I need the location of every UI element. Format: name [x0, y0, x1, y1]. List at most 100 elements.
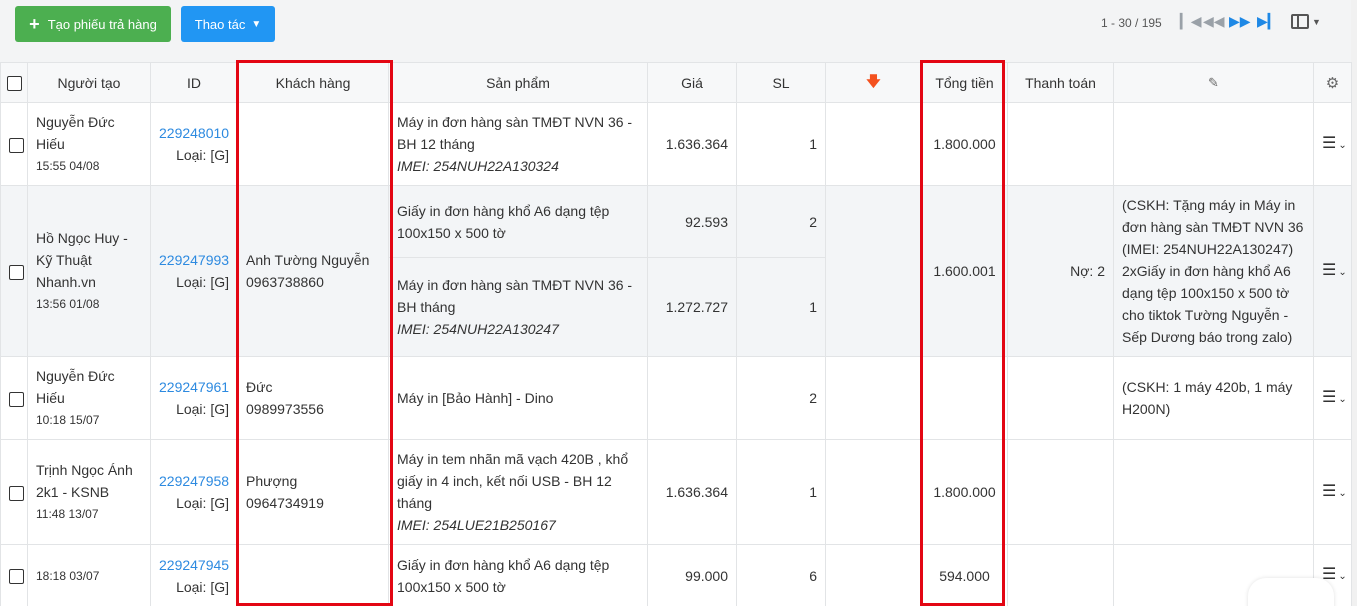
last-page-icon[interactable]: ▶▎: [1257, 14, 1279, 28]
table-row: Nguyễn Đức Hiếu 10:18 15/07 229247961 Lo…: [0, 356, 1352, 440]
select-all-checkbox[interactable]: [6, 75, 22, 91]
sort-down-arrow-icon[interactable]: 🡇: [866, 73, 880, 89]
product-name: Giấy in đơn hàng khổ A6 dạng tệp 100x150…: [397, 556, 610, 595]
plus-icon: +: [29, 14, 40, 34]
order-total: [921, 356, 1008, 440]
customer-phone: 0964734919: [246, 495, 324, 511]
created-time: 15:55 04/08: [36, 159, 100, 173]
create-return-label: Tạo phiếu trả hàng: [47, 16, 157, 32]
product-name: Máy in đơn hàng sàn TMĐT NVN 36 - BH thá…: [397, 277, 633, 315]
note-icon: ✎: [1208, 75, 1219, 90]
creator-name: Nguyễn Đức Hiếu: [36, 114, 115, 152]
payment-status: Nợ: 2: [1007, 185, 1114, 357]
actions-label: Thao tác: [194, 16, 246, 32]
product-price: 92.593: [647, 185, 737, 258]
returns-table: Người tạo ID Khách hàng Sản phẩm Giá SL …: [0, 62, 1352, 606]
order-note: (CSKH: 1 máy 420b, 1 máy H200N): [1113, 356, 1314, 440]
col-total[interactable]: Tổng tiền: [921, 62, 1008, 103]
col-settings[interactable]: ⚙: [1313, 62, 1352, 103]
order-type: Loại: [G]: [176, 401, 229, 417]
col-payment[interactable]: Thanh toán: [1007, 62, 1114, 103]
product-name: Giấy in đơn hàng khổ A6 dạng tệp 100x150…: [397, 202, 610, 241]
col-note: ✎: [1113, 62, 1314, 103]
col-id[interactable]: ID: [150, 62, 238, 103]
product-name: Máy in [Bảo Hành] - Dino: [397, 390, 554, 406]
order-id-link[interactable]: 229247993: [159, 249, 229, 271]
order-note: (CSKH: Tặng máy in Máy in đơn hàng sàn T…: [1113, 185, 1314, 357]
table-row: 18:18 03/07 229247945 Loại: [G] Giấy in …: [0, 544, 1352, 606]
customer-name: Đức: [246, 379, 273, 395]
chat-widget[interactable]: [1248, 578, 1334, 606]
hamburger-menu-icon[interactable]: ☰ ⌄: [1322, 262, 1347, 279]
created-time: 10:18 15/07: [36, 413, 100, 427]
col-sort[interactable]: 🡇: [825, 62, 922, 103]
product-qty: 1: [736, 257, 826, 357]
payment-status: [1007, 544, 1114, 606]
order-total: 1.800.000: [921, 439, 1008, 545]
pagination-range: 1 - 30 / 195: [1101, 16, 1162, 30]
toolbar: + Tạo phiếu trả hàng Thao tác ▼ 1 - 30 /…: [0, 0, 1357, 62]
table-row: Trịnh Ngọc Ánh 2k1 - KSNB 11:48 13/07 22…: [0, 439, 1352, 545]
hamburger-menu-icon[interactable]: ☰ ⌄: [1322, 483, 1347, 500]
col-creator[interactable]: Người tạo: [27, 62, 151, 103]
next-page-icon[interactable]: ▶▶: [1229, 14, 1251, 28]
order-note: [1113, 102, 1314, 186]
gear-icon[interactable]: ⚙: [1326, 75, 1339, 92]
row-checkbox[interactable]: [9, 391, 24, 407]
product-imei: IMEI: 254NUH22A130247: [397, 321, 559, 337]
select-all-cell: [0, 62, 28, 103]
order-total: 1.600.001: [921, 185, 1008, 357]
customer-name: Anh Tường Nguyễn: [246, 252, 370, 268]
creator-name: Nguyễn Đức Hiếu: [36, 368, 115, 406]
previous-page-icon[interactable]: ◀◀: [1203, 14, 1225, 28]
product-price: 1.636.364: [647, 102, 737, 186]
creator-name: Trịnh Ngọc Ánh 2k1 - KSNB: [36, 462, 133, 500]
creator-name: Hồ Ngọc Huy - Kỹ Thuật Nhanh.vn: [36, 230, 128, 290]
order-total: 1.800.000: [921, 102, 1008, 186]
row-checkbox[interactable]: [9, 569, 24, 585]
product-imei: IMEI: 254NUH22A130324: [397, 158, 559, 174]
payment-status: [1007, 356, 1114, 440]
payment-status: [1007, 439, 1114, 545]
order-type: Loại: [G]: [176, 274, 229, 290]
order-type: Loại: [G]: [176, 495, 229, 511]
first-page-icon[interactable]: ▎◀: [1180, 14, 1202, 28]
payment-status: [1007, 102, 1114, 186]
created-time: 11:48 13/07: [36, 507, 99, 521]
customer-phone: 0989973556: [246, 401, 324, 417]
chevron-down-icon[interactable]: ▼: [1312, 17, 1321, 27]
product-qty: 1: [736, 102, 826, 186]
order-total: 594.000: [921, 544, 1008, 606]
row-checkbox[interactable]: [9, 264, 24, 280]
hamburger-menu-icon[interactable]: ☰ ⌄: [1322, 135, 1347, 152]
row-checkbox[interactable]: [9, 485, 24, 501]
row-checkbox[interactable]: [9, 137, 24, 153]
created-time: 13:56 01/08: [36, 297, 100, 311]
table-row: Nguyễn Đức Hiếu 15:55 04/08 229248010 Lo…: [0, 102, 1352, 186]
product-name: Máy in đơn hàng sàn TMĐT NVN 36 - BH 12 …: [397, 114, 633, 152]
column-toggle-icon[interactable]: [1291, 14, 1309, 29]
col-price[interactable]: Giá: [647, 62, 737, 103]
order-id-link[interactable]: 229247945: [159, 554, 229, 576]
product-price: [647, 356, 737, 440]
order-type: Loại: [G]: [176, 147, 229, 163]
table-header-row: Người tạo ID Khách hàng Sản phẩm Giá SL …: [0, 62, 1352, 103]
create-return-button[interactable]: + Tạo phiếu trả hàng: [15, 6, 171, 42]
actions-dropdown-button[interactable]: Thao tác ▼: [181, 6, 275, 42]
product-qty: 2: [736, 185, 826, 258]
product-qty: 1: [736, 439, 826, 545]
product-name: Máy in tem nhãn mã vạch 420B , khổ giấy …: [397, 451, 629, 511]
order-note: [1113, 439, 1314, 545]
order-id-link[interactable]: 229248010: [159, 122, 229, 144]
col-qty[interactable]: SL: [736, 62, 826, 103]
product-price: 99.000: [647, 544, 737, 606]
col-product[interactable]: Sản phẩm: [388, 62, 648, 103]
product-price: 1.636.364: [647, 439, 737, 545]
order-id-link[interactable]: 229247961: [159, 376, 229, 398]
customer-name: Phượng: [246, 473, 298, 489]
hamburger-menu-icon[interactable]: ☰ ⌄: [1322, 389, 1347, 406]
col-customer[interactable]: Khách hàng: [237, 62, 389, 103]
product-qty: 2: [736, 356, 826, 440]
order-id-link[interactable]: 229247958: [159, 470, 229, 492]
product-qty: 6: [736, 544, 826, 606]
